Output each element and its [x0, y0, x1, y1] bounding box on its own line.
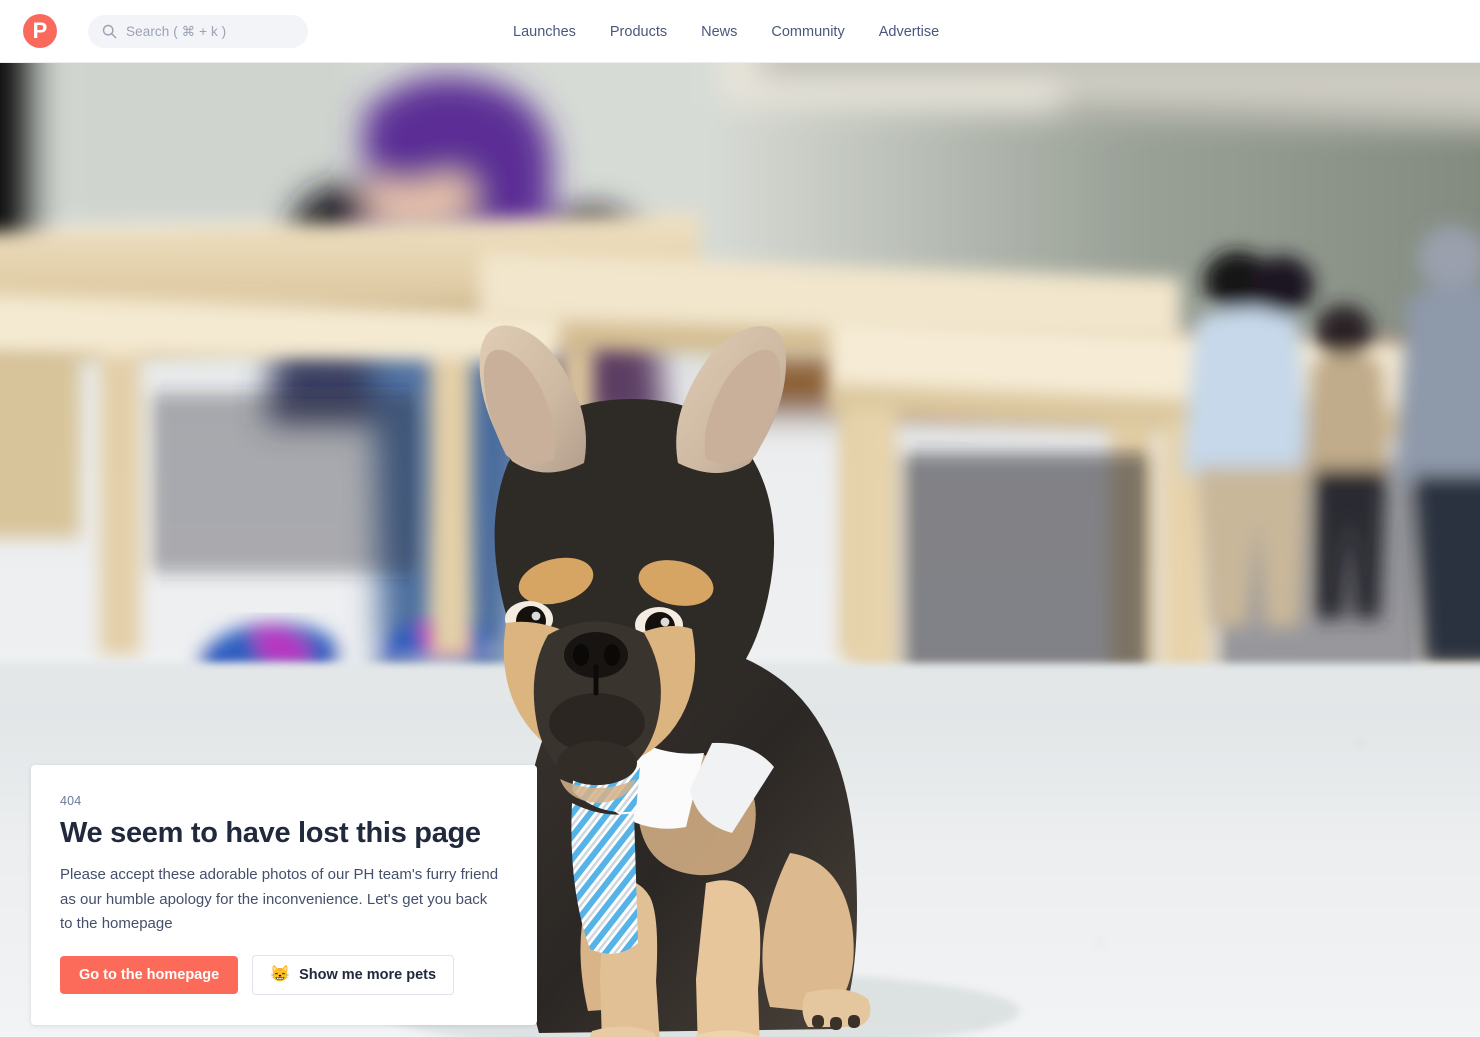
logo-letter: P [32, 18, 48, 43]
product-hunt-logo[interactable]: P [23, 14, 57, 48]
error-code: 404 [60, 794, 82, 808]
nav-item-products[interactable]: Products [593, 24, 684, 40]
site-header: P Search ( ⌘ + k ) Launches Products New… [0, 0, 1480, 63]
show-more-pets-button[interactable]: 😸 Show me more pets [252, 955, 455, 996]
search-placeholder: Search ( ⌘ + k ) [126, 23, 227, 39]
error-description: Please accept these adorable photos of o… [60, 866, 499, 932]
cat-face-icon: 😸 [270, 966, 291, 984]
search-icon [102, 24, 117, 39]
main-navigation: Launches Products News Community Adverti… [513, 0, 956, 63]
error-actions: Go to the homepage 😸 Show me more pets [60, 955, 507, 996]
go-to-homepage-button[interactable]: Go to the homepage [60, 956, 239, 995]
nav-item-launches[interactable]: Launches [513, 24, 593, 40]
show-more-pets-label: Show me more pets [299, 967, 437, 984]
page-title: We seem to have lost this page [60, 817, 481, 849]
search-input[interactable]: Search ( ⌘ + k ) [88, 15, 308, 48]
nav-item-advertise[interactable]: Advertise [862, 24, 956, 40]
error-card: 404 We seem to have lost this page Pleas… [31, 765, 537, 1026]
nav-item-community[interactable]: Community [754, 24, 861, 40]
nav-item-news[interactable]: News [684, 24, 754, 40]
